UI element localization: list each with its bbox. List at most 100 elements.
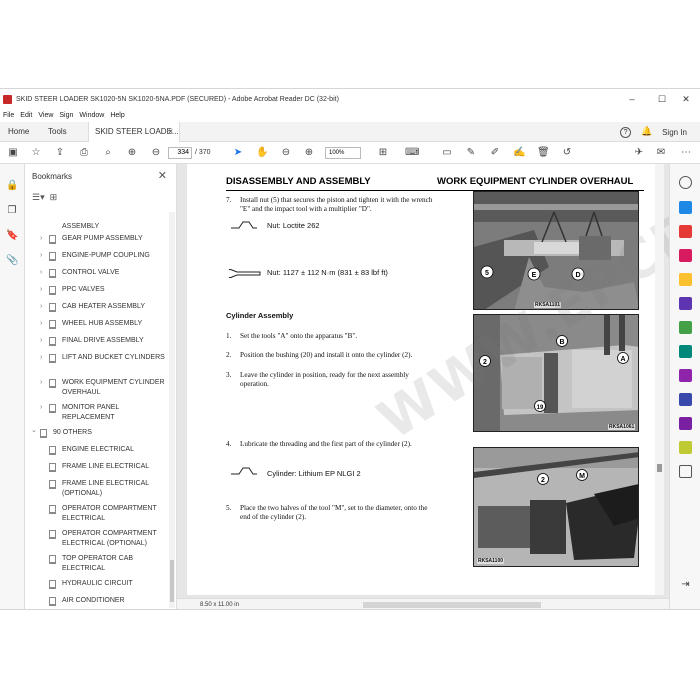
fill-sign-icon[interactable] — [679, 369, 692, 382]
combine-files-icon[interactable] — [679, 297, 692, 310]
bookmark-label: HYDRAULIC CIRCUIT — [62, 580, 133, 587]
select-cursor-icon[interactable]: ➤ — [232, 147, 244, 159]
chevron-right-icon[interactable]: › — [40, 285, 42, 295]
menu-edit[interactable]: Edit — [20, 109, 32, 122]
step-5-line-1: Place the two halves of the tool "M", se… — [240, 504, 428, 512]
bookmarks-scroll-thumb[interactable] — [170, 560, 174, 602]
chevron-right-icon[interactable]: › — [40, 268, 42, 278]
bookmark-icon — [49, 597, 56, 606]
menu-file[interactable]: File — [3, 109, 14, 122]
menu-window[interactable]: Window — [79, 109, 104, 122]
send-for-signature-icon[interactable] — [679, 417, 692, 430]
more-icon[interactable]: ⋯ — [680, 147, 692, 159]
page-display-icon[interactable]: ⊞ — [377, 147, 389, 159]
fig2-label-a: A — [620, 356, 625, 363]
fig2-label-b: B — [559, 339, 564, 346]
help-icon[interactable]: ? — [620, 126, 632, 138]
tab-close-icon[interactable]: × — [168, 122, 173, 142]
page-up-icon[interactable]: ⊕ — [126, 147, 138, 159]
chevron-right-icon[interactable]: › — [40, 378, 42, 388]
close-window-button[interactable]: ✕ — [672, 89, 700, 109]
horizontal-scroll-thumb[interactable] — [363, 602, 541, 608]
close-panel-icon[interactable]: ✕ — [158, 169, 167, 182]
delete-icon[interactable]: 🗑 — [537, 147, 550, 159]
menu-view[interactable]: View — [38, 109, 53, 122]
chevron-right-icon[interactable]: › — [40, 336, 42, 346]
save-icon[interactable]: ▣ — [7, 147, 19, 159]
document-view[interactable]: DISASSEMBLY AND ASSEMBLY WORK EQUIPMENT … — [177, 164, 669, 609]
document-scrollbar[interactable] — [655, 164, 664, 595]
lock-icon[interactable]: 🔒 — [6, 180, 18, 192]
bookmark-label: 90 OTHERS — [53, 429, 92, 436]
minimize-button[interactable]: – — [618, 89, 646, 109]
zoom-tool-icon[interactable] — [679, 176, 692, 189]
bookmark-icon — [49, 252, 56, 261]
bookmarks-scrollbar[interactable] — [169, 212, 175, 608]
pdf-page: DISASSEMBLY AND ASSEMBLY WORK EQUIPMENT … — [187, 164, 658, 595]
zoom-out-icon[interactable]: ⊖ — [280, 147, 292, 159]
edit-pdf-icon[interactable] — [679, 249, 692, 262]
bookmark-icon — [49, 286, 56, 295]
zoom-in-icon[interactable]: ⊕ — [303, 147, 315, 159]
bookmark-label: CONTROL VALVE — [62, 269, 120, 276]
hand-tool-icon[interactable]: ✋ — [256, 147, 268, 159]
collapse-rail-icon[interactable]: ⇥ — [679, 578, 692, 591]
stamp-icon[interactable]: ✍ — [513, 147, 525, 159]
comment-icon[interactable]: ▭ — [441, 147, 453, 159]
figure-1-illustration: 5 E D — [474, 192, 638, 309]
menu-sign[interactable]: Sign — [59, 109, 73, 122]
menu-help[interactable]: Help — [110, 109, 124, 122]
comment-tool-icon[interactable] — [679, 273, 692, 286]
main-toolbar: ▣ ☆ ⇪ ⎙ ⌕ ⊕ ⊖ 334 / 370 ➤ ✋ ⊖ ⊕ 100% ⊞ ⌨… — [0, 142, 700, 164]
attachments-icon[interactable]: 📎 — [6, 255, 18, 267]
page-down-icon[interactable]: ⊖ — [150, 147, 162, 159]
bookmark-label: WORK EQUIPMENT CYLINDER OVERHAUL — [62, 379, 165, 396]
bookmark-icon — [49, 404, 56, 413]
document-scroll-thumb[interactable] — [657, 464, 662, 472]
chevron-down-icon[interactable]: ⌄ — [31, 426, 37, 436]
chevron-right-icon[interactable]: › — [40, 319, 42, 329]
search-icon[interactable]: ⌕ — [102, 147, 114, 159]
scan-icon[interactable] — [679, 345, 692, 358]
section-cylinder-assembly: Cylinder Assembly — [226, 311, 294, 320]
bookmark-icon — [49, 555, 56, 564]
chevron-right-icon[interactable]: › — [40, 234, 42, 244]
tab-home[interactable]: Home — [8, 122, 29, 142]
page-thumbnails-icon[interactable]: ❐ — [6, 205, 18, 217]
bookmarks-title: Bookmarks — [32, 172, 73, 181]
keyboard-icon[interactable]: ⌨ — [405, 147, 419, 159]
torque-wrench-icon — [229, 269, 261, 278]
step-2-text: Position the bushing (20) and install it… — [240, 351, 413, 359]
chevron-right-icon[interactable]: › — [40, 353, 42, 363]
chevron-right-icon[interactable]: › — [40, 251, 42, 261]
highlight-icon[interactable]: ✎ — [465, 147, 477, 159]
organize-pages-icon[interactable] — [679, 321, 692, 334]
step-4-text: Lubricate the threading and the first pa… — [240, 440, 412, 448]
email-icon[interactable]: ✉ — [655, 147, 667, 159]
sign-in-button[interactable]: Sign In — [662, 128, 687, 137]
bookmark-label: OPERATOR COMPARTMENT ELECTRICAL (OPTIONA… — [62, 530, 157, 547]
step-5-number: 5. — [226, 504, 232, 512]
page-number-input[interactable]: 334 — [168, 147, 192, 159]
chevron-right-icon[interactable]: › — [40, 302, 42, 312]
step-3-number: 3. — [226, 371, 232, 379]
protect-icon[interactable] — [679, 393, 692, 406]
export-pdf-icon[interactable] — [679, 201, 692, 214]
zoom-select[interactable]: 100% — [325, 147, 361, 159]
chevron-right-icon[interactable]: › — [40, 403, 42, 413]
upload-icon[interactable]: ⇪ — [54, 147, 66, 159]
undo-icon[interactable]: ↺ — [561, 147, 573, 159]
print-icon[interactable]: ⎙ — [78, 147, 90, 159]
adhesive-icon — [231, 221, 257, 229]
more-tools-icon[interactable] — [679, 465, 692, 478]
tab-tools[interactable]: Tools — [48, 122, 67, 142]
bookmarks-icon[interactable]: 🔖 — [6, 230, 18, 242]
send-track-icon[interactable] — [679, 441, 692, 454]
bookmark-options-icon[interactable]: ☰▾ ⊞ — [32, 192, 57, 203]
create-pdf-icon[interactable] — [679, 225, 692, 238]
draw-icon[interactable]: ✐ — [489, 147, 501, 159]
bookmark-star-icon[interactable]: ☆ — [30, 147, 42, 159]
tab-document[interactable]: SKID STEER LOADE... × — [88, 122, 180, 142]
share-icon[interactable]: ✈ — [633, 147, 645, 159]
bell-icon[interactable]: 🔔 — [641, 126, 652, 138]
